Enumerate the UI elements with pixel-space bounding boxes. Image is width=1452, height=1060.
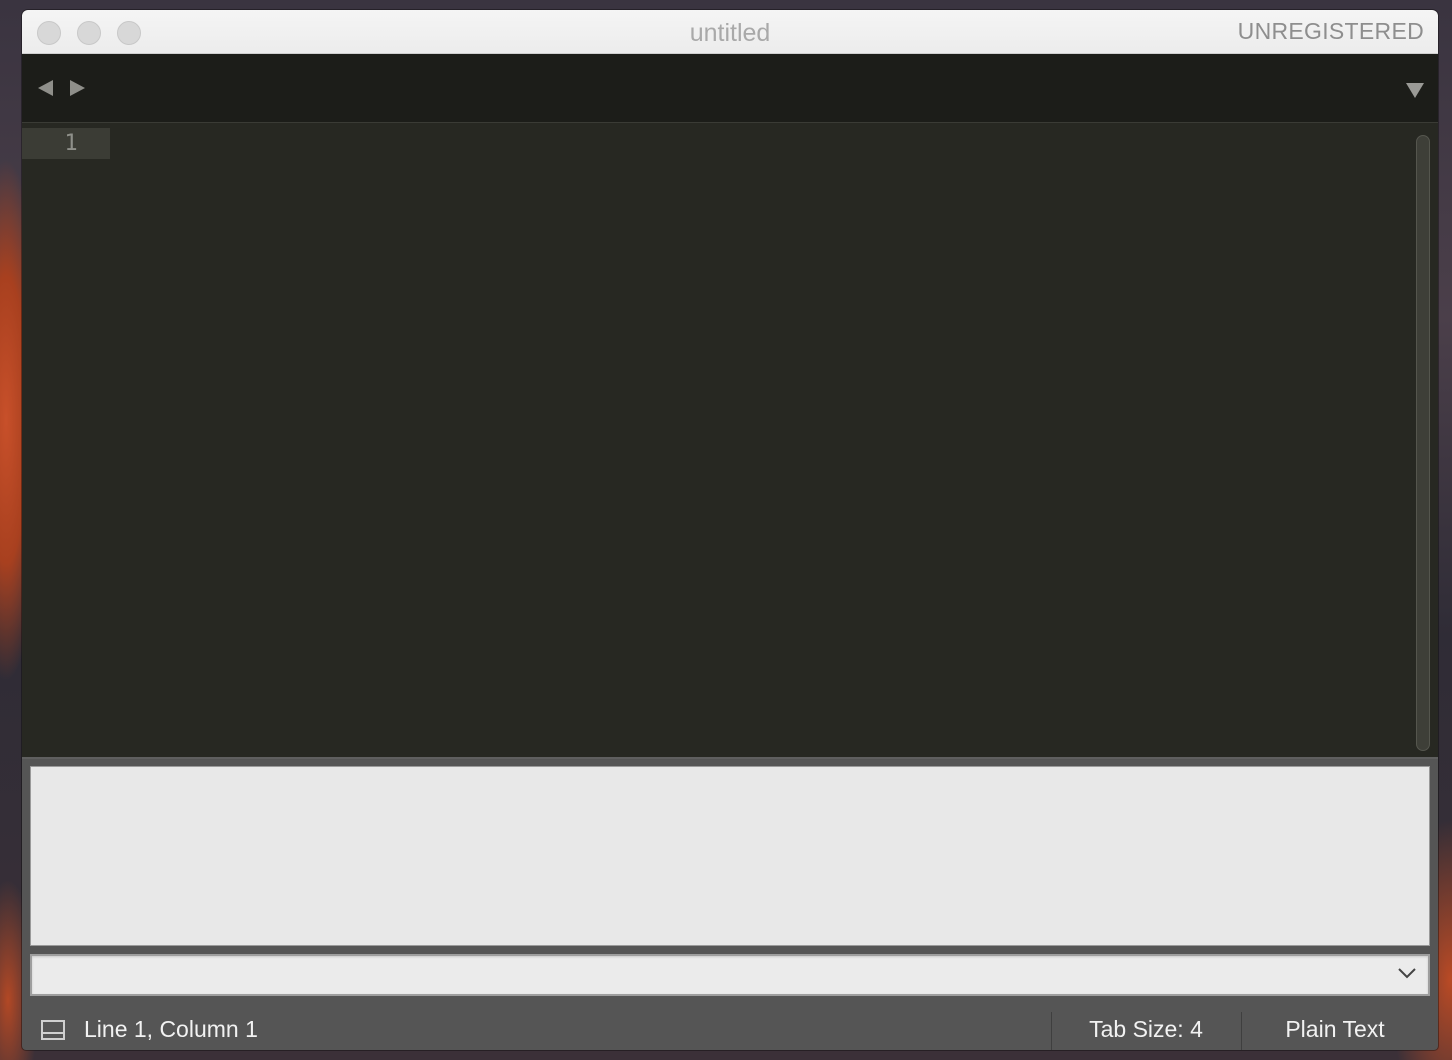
triangle-down-icon[interactable] <box>1406 83 1424 98</box>
triangle-right-icon[interactable] <box>70 80 85 96</box>
syntax-button[interactable]: Plain Text <box>1242 1016 1428 1043</box>
sublime-text-window: untitled UNREGISTERED 1 Line 1, Column 1… <box>22 10 1438 1050</box>
console-panel <box>22 759 1438 1011</box>
title-bar[interactable]: untitled UNREGISTERED <box>22 10 1438 54</box>
editor-area[interactable]: 1 <box>22 123 1438 757</box>
tab-size-button[interactable]: Tab Size: 4 <box>1052 1016 1240 1043</box>
console-input-container[interactable] <box>30 954 1430 996</box>
triangle-left-icon[interactable] <box>38 80 53 96</box>
scrollbar-thumb[interactable] <box>1416 135 1430 751</box>
vertical-scrollbar[interactable] <box>1412 131 1434 753</box>
status-bar: Line 1, Column 1 Tab Size: 4 Plain Text <box>22 1010 1438 1050</box>
panel-toggle-icon[interactable] <box>41 1020 65 1040</box>
console-output <box>30 766 1430 946</box>
cursor-position: Line 1, Column 1 <box>84 1016 258 1042</box>
tab-bar <box>22 54 1438 123</box>
unregistered-label: UNREGISTERED <box>1237 18 1424 44</box>
window-title: untitled <box>689 19 771 47</box>
line-number: 1 <box>22 128 110 159</box>
console-input[interactable] <box>38 960 1382 992</box>
chevron-down-icon[interactable] <box>1396 962 1418 984</box>
